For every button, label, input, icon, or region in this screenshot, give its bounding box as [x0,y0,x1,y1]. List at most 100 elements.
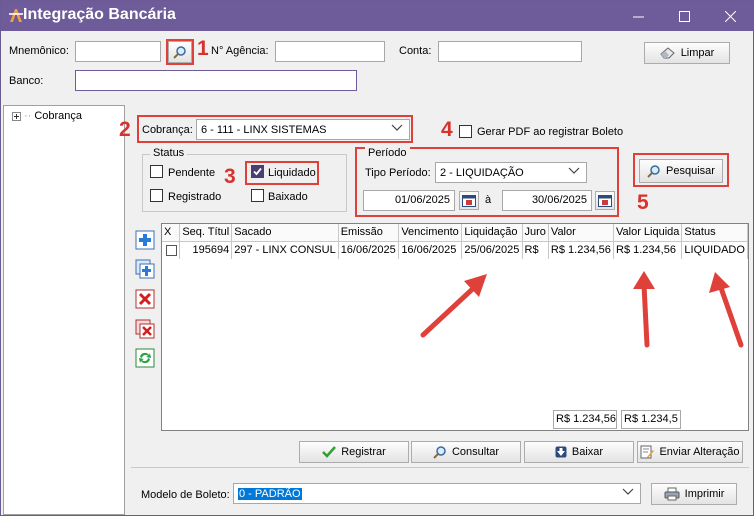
close-button[interactable] [707,1,753,31]
column-header-x[interactable]: X [162,224,181,242]
maximize-button[interactable] [661,1,707,31]
pendente-checkbox[interactable] [150,165,163,178]
arrow-icon [633,271,655,348]
date-from-input[interactable]: 01/06/2025 [363,190,455,211]
magnifier-icon [433,446,446,459]
banco-label: Banco: [9,75,44,87]
date-to-calendar-button[interactable] [595,191,615,210]
cell-valor: R$ 1.234,56 [548,241,615,259]
close-icon [724,10,736,22]
cell-status: LIQUIDADO [681,241,748,259]
enviar-alteracao-button[interactable]: Enviar Alteração [637,441,743,463]
annotation-number-5: 5 [637,191,649,214]
column-header-emissao[interactable]: Emissão [338,224,400,242]
check-icon [322,446,337,458]
liquidado-label: Liquidado [268,167,316,179]
cobranca-label: Cobrança: [142,124,193,136]
enviar-alteracao-label: Enviar Alteração [659,446,740,458]
baixado-label: Baixado [268,191,308,203]
annotation-box-1 [166,39,194,65]
tree-expand-icon[interactable] [12,111,21,121]
registrar-button[interactable]: Registrar [299,441,409,463]
chevron-down-icon [622,488,634,495]
calendar-icon [598,195,612,207]
consultar-button-label: Consultar [451,446,500,458]
calendar-icon [462,195,476,207]
table-row[interactable]: 195694 297 - LINX CONSUL 16/06/2025 16/0… [162,241,748,259]
arrow-icon [709,272,744,348]
checkmark-icon [253,167,262,176]
maximize-icon [678,10,690,22]
cell-sacado: 297 - LINX CONSUL [231,241,339,259]
date-to-input[interactable]: 30/06/2025 [502,190,592,211]
baixado-checkbox[interactable] [251,189,264,202]
tipo-periodo-select[interactable]: 2 - LIQUIDAÇÃO [435,162,587,183]
printer-icon [664,487,680,501]
column-header-sacado[interactable]: Sacado [231,224,339,242]
integracao-bancaria-window: Integração Bancária Mnemônico: 1 N° Agên… [0,0,754,516]
limpar-button-label: Limpar [680,47,715,59]
tree-item-cobranca[interactable]: ·· Cobrança [12,110,82,122]
annotation-number-2: 2 [119,118,131,141]
delete-icon[interactable] [135,289,155,309]
tipo-periodo-label: Tipo Período: [365,167,431,179]
agencia-input[interactable] [275,41,385,62]
row-select-cell[interactable] [162,241,181,259]
mnemonico-input[interactable] [75,41,161,62]
baixar-button-label: Baixar [571,446,604,458]
column-header-status[interactable]: Status [681,224,748,242]
column-header-liquidacao[interactable]: Liquidação [461,224,523,242]
cell-emissao: 16/06/2025 [338,241,400,259]
cell-vencimento: 16/06/2025 [398,241,463,259]
cell-liquidacao: 25/06/2025 [461,241,523,259]
eraser-icon [660,47,675,59]
column-header-juro[interactable]: Juro [522,224,549,242]
imprimir-button-label: Imprimir [684,488,725,500]
column-header-valor-liquida[interactable]: Valor Liquida [613,224,683,242]
annotation-number-3: 3 [224,165,236,188]
conta-input[interactable] [438,41,582,62]
cell-valor-liquida: R$ 1.234,56 [613,241,683,259]
modelo-boleto-select[interactable]: 0 - PADRÃO [233,483,641,504]
column-header-seq[interactable]: Seq. Títul [179,224,233,242]
periodo-title: Período [365,147,410,159]
date-from-calendar-button[interactable] [459,191,479,210]
status-title: Status [150,147,188,159]
pesquisar-button[interactable]: Pesquisar [639,159,723,183]
registrar-button-label: Registrar [341,446,386,458]
modelo-boleto-label: Modelo de Boleto: [141,489,230,501]
annotation-arrows [420,271,744,348]
annotation-number-4: 4 [441,118,453,141]
window-title: Integração Bancária [23,6,176,23]
total-valor-liquida: R$ 1.234,5 [621,410,681,429]
tipo-periodo-value: 2 - LIQUIDAÇÃO [440,166,524,179]
column-header-vencimento[interactable]: Vencimento [398,224,463,242]
magnifier-icon [647,165,660,178]
total-valor: R$ 1.234,56 [553,410,617,429]
imprimir-button[interactable]: Imprimir [651,483,737,505]
delete-multiple-icon[interactable] [135,319,155,339]
registrado-label: Registrado [168,191,222,203]
consultar-button[interactable]: Consultar [411,441,521,463]
add-icon[interactable] [135,230,155,250]
banco-input[interactable] [75,70,357,91]
cobranca-select[interactable]: 6 - 111 - LINX SISTEMAS [196,119,410,140]
registrado-checkbox[interactable] [150,189,163,202]
annotation-number-1: 1 [197,37,209,60]
refresh-icon[interactable] [135,348,155,368]
footer-divider [131,467,749,468]
row-select-checkbox[interactable] [166,244,177,256]
column-header-valor[interactable]: Valor [548,224,615,242]
tree-item-cobranca-label: Cobrança [34,110,83,122]
baixar-button[interactable]: Baixar [524,441,634,463]
agencia-label: N° Agência: [211,45,269,57]
liquidado-checkbox[interactable] [251,165,264,178]
minimize-button[interactable] [615,1,661,31]
modelo-boleto-value: 0 - PADRÃO [238,487,302,500]
add-multiple-icon[interactable] [135,259,155,279]
edit-document-icon [640,445,655,459]
gerar-pdf-checkbox[interactable] [459,125,472,138]
mnemonico-label: Mnemônico: [9,45,69,57]
limpar-button[interactable]: Limpar [644,42,730,64]
cobranca-tree: ·· Cobrança [3,105,125,515]
